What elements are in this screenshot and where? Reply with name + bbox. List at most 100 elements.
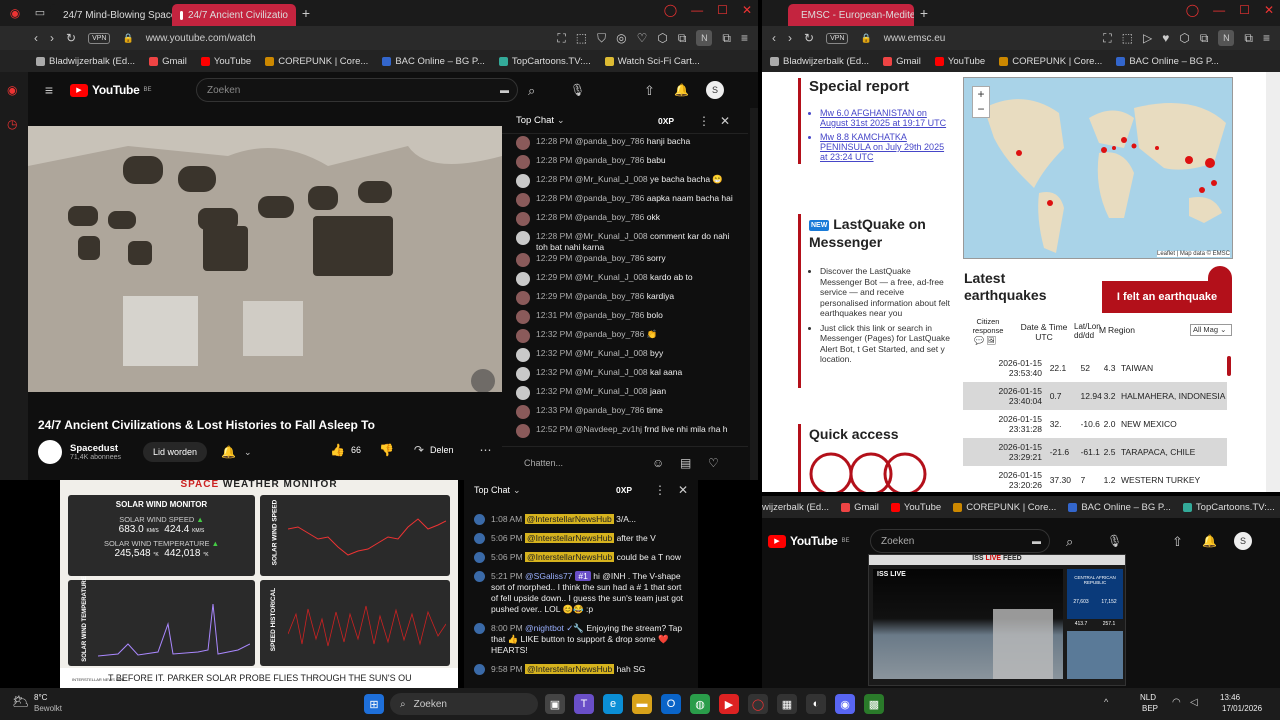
task-view-icon[interactable]: ▣ xyxy=(545,694,565,714)
opera-gx-icon[interactable]: ◯ xyxy=(748,694,768,714)
menu-icon[interactable]: ≡ xyxy=(1263,32,1270,44)
chat-input[interactable]: Chatten... xyxy=(524,458,563,468)
table-scrollbar[interactable] xyxy=(1227,356,1231,376)
chat-avatar[interactable] xyxy=(516,386,530,400)
teams-icon[interactable]: T xyxy=(574,694,594,714)
bookmark-scifi[interactable]: Watch Sci-Fi Cart... xyxy=(604,56,700,67)
reload-icon[interactable]: ↻ xyxy=(804,32,814,44)
forward-icon[interactable]: › xyxy=(50,32,54,44)
cube-icon[interactable]: ⬡ xyxy=(657,32,667,44)
chat-avatar[interactable] xyxy=(474,571,485,582)
chat-avatar[interactable] xyxy=(516,424,530,438)
bookmark-folder[interactable]: Bladwijzerbalk (Ed... xyxy=(36,56,135,67)
new-tab-plus-icon[interactable]: + xyxy=(914,6,934,20)
chat-username[interactable]: @panda_boy_786 xyxy=(575,136,645,146)
minimize-icon[interactable]: — xyxy=(1213,4,1225,16)
chat-username[interactable]: @InterstellarNewsHub xyxy=(524,514,614,524)
notifications-bell-icon[interactable]: 🔔 xyxy=(1202,535,1217,547)
clock-time[interactable]: 13:46 xyxy=(1220,693,1240,702)
tabs-icon[interactable]: ⧉ xyxy=(1244,32,1253,44)
space-weather-video[interactable]: SPACE WEATHER MONITOR SOLAR WIND MONITOR… xyxy=(60,480,458,688)
report-link-afghanistan[interactable]: Mw 6.0 AFGHANISTAN on August 31st 2025 a… xyxy=(820,108,950,128)
chevron-down-icon[interactable]: ⌄ xyxy=(244,447,252,457)
weather-temp[interactable]: 8°C xyxy=(34,693,47,702)
close-chat-icon[interactable]: ✕ xyxy=(720,115,730,127)
back-icon[interactable]: ‹ xyxy=(34,32,38,44)
chat-avatar[interactable] xyxy=(516,329,530,343)
chat-username[interactable]: @Mr_Kunal_J_008 xyxy=(575,386,648,396)
chevron-down-icon[interactable]: ⌄ xyxy=(513,485,521,495)
earthquake-row[interactable]: 2026-01-15 23:53:40 22.1 52 4.3 TAIWAN xyxy=(963,354,1227,382)
xp-badge[interactable]: 0XP xyxy=(616,485,632,495)
chat-avatar[interactable] xyxy=(516,155,530,169)
chat-username[interactable]: @InterstellarNewsHub xyxy=(525,552,615,562)
close-chat-icon[interactable]: ✕ xyxy=(678,484,688,496)
minimize-icon[interactable]: — xyxy=(691,4,703,16)
xp-badge[interactable]: 0XP xyxy=(658,116,674,126)
close-window-icon[interactable]: ✕ xyxy=(1264,4,1274,16)
minecraft-icon[interactable]: ▩ xyxy=(864,694,884,714)
channel-name[interactable]: Spacedust xyxy=(70,443,121,454)
youtube-search-input[interactable]: Zoeken ▬ xyxy=(196,78,518,102)
earthquake-map[interactable]: + − Leaflet | Map data © EMSC xyxy=(963,77,1233,259)
upload-icon[interactable]: ⇧ xyxy=(644,84,655,97)
chat-username[interactable]: @panda_boy_786 xyxy=(575,212,645,222)
chat-avatar[interactable] xyxy=(474,623,485,634)
volume-icon[interactable]: ◁ xyxy=(1190,698,1198,708)
keyboard-layout[interactable]: BEP xyxy=(1142,704,1158,713)
chat-username[interactable]: @Mr_Kunal_J_008 xyxy=(575,272,648,282)
notifications-bell-icon[interactable]: 🔔 xyxy=(674,84,689,96)
extensions-icon[interactable]: ⧉ xyxy=(1200,32,1209,44)
tab-mind-blowing-space[interactable]: 24/7 Mind-Blowing Space xyxy=(50,4,172,26)
new-tab-plus-icon[interactable]: + xyxy=(296,6,316,20)
tray-overflow-icon[interactable]: ^ xyxy=(1104,698,1108,707)
reload-icon[interactable]: ↻ xyxy=(66,32,76,44)
bookmark-gmail[interactable]: Gmail xyxy=(883,56,921,67)
browser-sidebar-icon[interactable]: ◉ xyxy=(0,7,30,19)
dislike-icon[interactable]: 👎 xyxy=(379,444,394,456)
tabs-icon[interactable]: ⧉ xyxy=(722,32,731,44)
bookmark-gmail[interactable]: Gmail xyxy=(841,502,879,513)
page-scrollbar[interactable] xyxy=(1266,72,1280,492)
url-field[interactable]: www.emsc.eu xyxy=(884,33,946,44)
snapshot-icon[interactable]: ⛶ xyxy=(557,32,565,44)
chat-avatar[interactable] xyxy=(516,253,530,267)
upload-icon[interactable]: ⇧ xyxy=(1172,535,1183,548)
cube-icon[interactable]: ⬡ xyxy=(1179,32,1189,44)
bookmark-corepunk[interactable]: COREPUNK | Core... xyxy=(265,56,368,67)
chat-avatar[interactable] xyxy=(474,514,485,525)
chat-username[interactable]: @panda_boy_786 xyxy=(575,253,645,263)
zoom-in-button[interactable]: + xyxy=(973,87,989,102)
magnitude-filter-select[interactable]: All Mag ⌄ xyxy=(1190,324,1232,336)
file-explorer-icon[interactable]: ▬ xyxy=(632,694,652,714)
vpn-badge[interactable]: VPN xyxy=(826,32,849,44)
more-vert-icon[interactable]: ⋮ xyxy=(698,115,710,127)
forward-icon[interactable]: › xyxy=(788,32,792,44)
chat-username[interactable]: @panda_boy_786 xyxy=(575,155,645,165)
outlook-icon[interactable]: O xyxy=(661,694,681,714)
more-vert-icon[interactable]: ⋮ xyxy=(654,484,666,496)
earthquake-row[interactable]: 2026-01-15 23:31:28 32. -10.6 2.0 NEW MEXICO xyxy=(963,410,1227,438)
heart-icon[interactable]: ♡ xyxy=(708,457,719,469)
report-link-kamchatka[interactable]: Mw 8.8 KAMCHATKA PENINSULA on July 29th … xyxy=(820,132,950,162)
chat-username[interactable]: @panda_boy_786 xyxy=(575,310,645,320)
chat-avatar[interactable] xyxy=(474,664,485,675)
heart-icon[interactable]: ♡ xyxy=(637,32,648,44)
weather-desc[interactable]: Bewolkt xyxy=(34,704,62,713)
youtube-logo[interactable]: ▶ YouTube BE xyxy=(70,83,151,97)
download-icon[interactable]: ⬚ xyxy=(576,32,587,44)
steam-icon[interactable]: ◐ xyxy=(806,694,826,714)
bookmark-bac[interactable]: BAC Online – BG P... xyxy=(1068,502,1171,513)
chat-username[interactable]: @Mr_Kunal_J_008 xyxy=(575,231,648,241)
search-icon[interactable]: ⌕ xyxy=(528,84,535,97)
chat-username[interactable]: @panda_boy_786 xyxy=(575,405,645,415)
bell-icon[interactable]: 🔔 xyxy=(221,446,236,458)
chat-avatar[interactable] xyxy=(516,272,530,286)
sidebar-history-icon[interactable]: ◷ xyxy=(7,118,17,130)
snapshot-icon[interactable]: ⛶ xyxy=(1103,32,1111,44)
share-icon[interactable]: ↷ xyxy=(414,444,424,456)
tab-ancient-civilizations[interactable]: 24/7 Ancient Civilizatio xyxy=(172,4,296,26)
avatar[interactable]: S xyxy=(706,81,724,99)
like-icon[interactable]: 👍 xyxy=(330,444,345,456)
chat-avatar[interactable] xyxy=(516,310,530,324)
